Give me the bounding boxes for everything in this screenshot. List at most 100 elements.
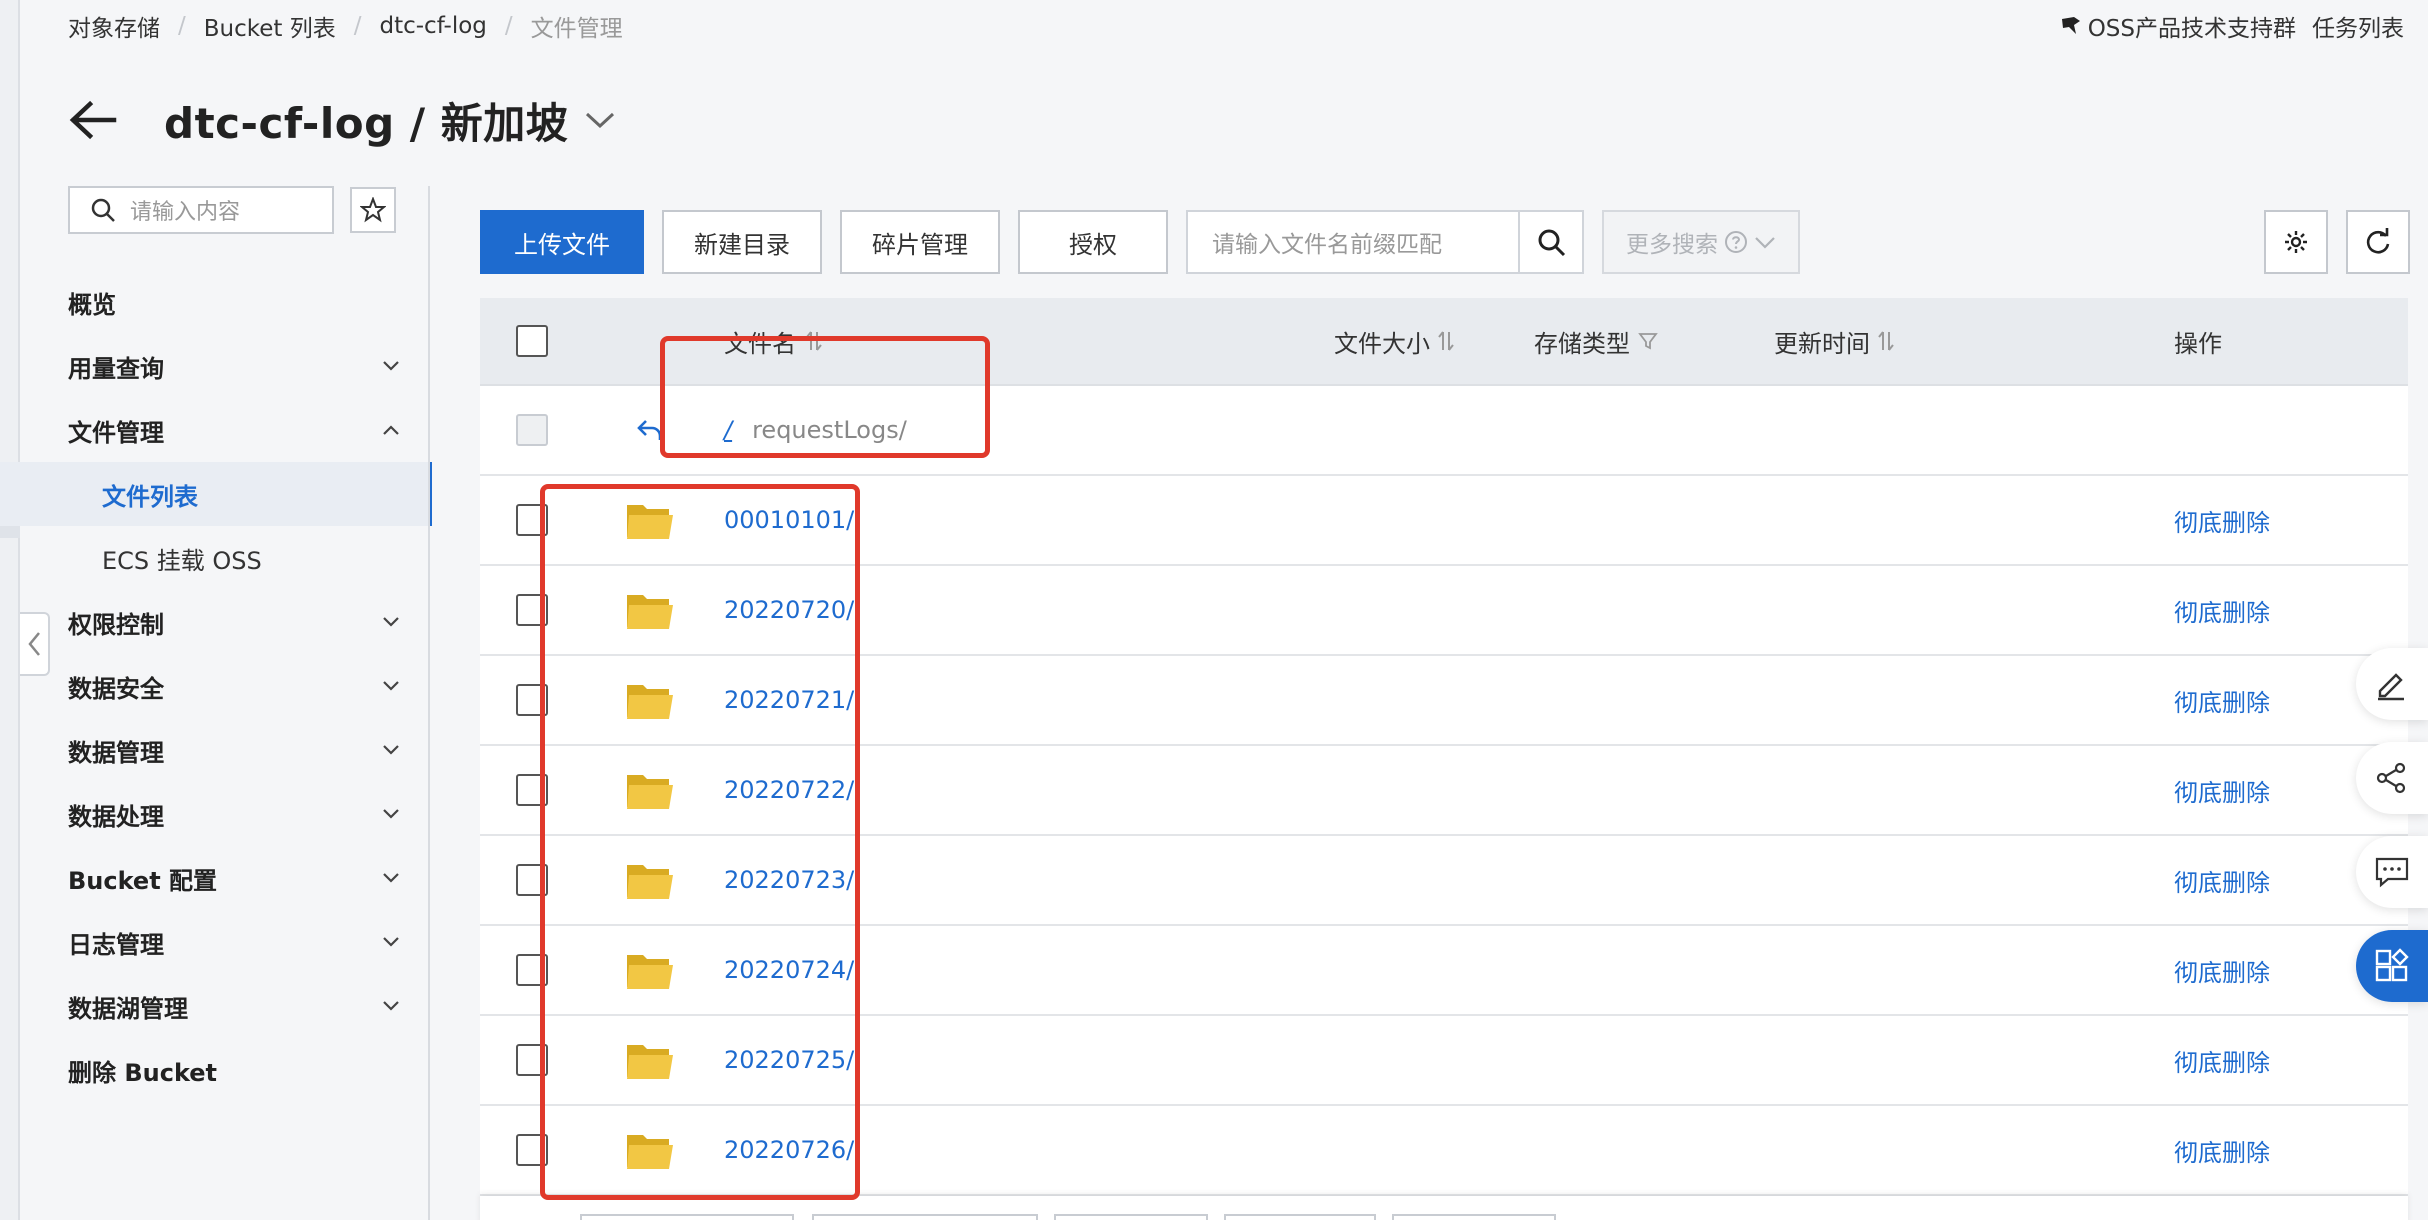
chevron-down-icon xyxy=(383,809,399,819)
bottom-button-ghost[interactable] xyxy=(580,1214,794,1220)
bottom-button-ghost[interactable] xyxy=(1392,1214,1556,1220)
column-header-label: 更新时间 xyxy=(1774,329,1870,358)
breadcrumb-bucket[interactable]: dtc-cf-log xyxy=(379,13,486,39)
breadcrumb-separator: / xyxy=(178,13,186,39)
sidebar-item-label: ECS 挂载 OSS xyxy=(102,546,262,575)
collapse-sidebar-button[interactable] xyxy=(20,612,50,676)
back-button[interactable] xyxy=(68,96,128,144)
share-icon xyxy=(2376,762,2406,794)
sidebar-item-overview[interactable]: 概览 xyxy=(68,270,420,334)
chevron-down-icon xyxy=(383,937,399,947)
edit-icon xyxy=(2378,673,2404,701)
sidebar-item-file-list[interactable]: 文件列表 xyxy=(0,462,432,526)
bottom-button-ghost[interactable] xyxy=(1224,1214,1376,1220)
sidebar-item-ecs-mount[interactable]: ECS 挂载 OSS xyxy=(0,526,430,590)
sidebar-divider xyxy=(428,186,430,1220)
refresh-icon xyxy=(2366,228,2390,254)
file-search-button[interactable] xyxy=(1518,210,1584,274)
row-op-cell: 彻底删除 xyxy=(2174,1043,2408,1078)
breadcrumb-current: 文件管理 xyxy=(530,16,623,42)
sidebar-item-access-control[interactable]: 权限控制 xyxy=(68,590,420,654)
more-search-label: 更多搜索 xyxy=(1626,232,1718,258)
sidebar-item-label: 删除 Bucket xyxy=(68,1058,218,1087)
bottom-button-ghost[interactable] xyxy=(812,1214,1038,1220)
apps-float-button[interactable] xyxy=(2356,930,2428,1002)
column-header-storage-type[interactable]: 存储类型 xyxy=(1534,324,1774,359)
search-icon xyxy=(1538,229,1566,257)
sidebar-item-data-management[interactable]: 数据管理 xyxy=(68,718,420,782)
breadcrumb-separator: / xyxy=(353,13,362,39)
fragment-management-button[interactable]: 碎片管理 xyxy=(840,210,1000,274)
gear-icon xyxy=(2285,231,2307,253)
delete-permanently-link[interactable]: 彻底删除 xyxy=(2174,869,2270,897)
settings-button[interactable] xyxy=(2264,210,2328,274)
sidebar-search-input[interactable]: 请输入内容 xyxy=(68,186,334,234)
share-float-button[interactable] xyxy=(2356,742,2428,814)
feedback-icon xyxy=(2375,857,2409,888)
refresh-button[interactable] xyxy=(2346,210,2410,274)
column-header-operation: 操作 xyxy=(2174,324,2408,359)
bottom-button-ghost[interactable] xyxy=(1054,1214,1208,1220)
task-list-link[interactable]: 任务列表 xyxy=(2312,9,2404,43)
annotation-box-path xyxy=(660,336,990,458)
sidebar-item-data-processing[interactable]: 数据处理 xyxy=(68,782,420,846)
breadcrumb: 对象存储 / Bucket 列表 / dtc-cf-log / 文件管理 xyxy=(68,10,623,42)
breadcrumb-oss[interactable]: 对象存储 xyxy=(68,9,160,43)
column-header-update-time[interactable]: 更新时间 xyxy=(1774,324,2174,359)
sidebar-item-label: 日志管理 xyxy=(68,930,164,959)
path-row-checkbox xyxy=(516,414,548,446)
sidebar-item-file-management[interactable]: 文件管理 xyxy=(68,398,420,462)
sidebar-item-label: 概览 xyxy=(68,290,116,319)
apps-icon xyxy=(2375,948,2409,982)
delete-permanently-link[interactable]: 彻底删除 xyxy=(2174,959,2270,987)
more-search-button[interactable]: 更多搜索 xyxy=(1602,210,1800,274)
column-header-size[interactable]: 文件大小 xyxy=(1334,324,1534,359)
sidebar-item-delete-bucket[interactable]: 删除 Bucket xyxy=(68,1038,420,1102)
sidebar-item-log-management[interactable]: 日志管理 xyxy=(68,910,420,974)
feedback-float-button[interactable] xyxy=(2356,836,2428,908)
chevron-down-icon xyxy=(586,112,615,129)
row-op-cell: 彻底删除 xyxy=(2174,1133,2408,1168)
help-circle-icon xyxy=(1725,231,1747,253)
delete-permanently-link[interactable]: 彻底删除 xyxy=(2174,1049,2270,1077)
authorize-button[interactable]: 授权 xyxy=(1018,210,1168,274)
delete-permanently-link[interactable]: 彻底删除 xyxy=(2174,779,2270,807)
sidebar-item-data-security[interactable]: 数据安全 xyxy=(68,654,420,718)
top-links: OSS产品技术支持群 任务列表 xyxy=(2060,10,2404,42)
upload-file-button[interactable]: 上传文件 xyxy=(480,210,644,274)
sidebar-item-label: Bucket 配置 xyxy=(68,866,218,895)
delete-permanently-link[interactable]: 彻底删除 xyxy=(2174,1139,2270,1167)
chevron-down-icon xyxy=(383,873,399,883)
search-icon xyxy=(91,198,115,222)
breadcrumb-bucket-list[interactable]: Bucket 列表 xyxy=(204,9,336,43)
sidebar-search: 请输入内容 xyxy=(68,186,420,234)
select-all-cell xyxy=(480,325,576,357)
bird-icon xyxy=(2061,17,2080,34)
select-all-checkbox[interactable] xyxy=(516,325,548,357)
sidebar-item-bucket-config[interactable]: Bucket 配置 xyxy=(68,846,420,910)
sidebar-item-label: 数据安全 xyxy=(68,674,164,703)
delete-permanently-link[interactable]: 彻底删除 xyxy=(2174,509,2270,537)
chevron-down-icon xyxy=(1755,237,1775,249)
row-op-cell: 彻底删除 xyxy=(2174,593,2408,628)
oss-support-group-link[interactable]: OSS产品技术支持群 xyxy=(2060,9,2296,43)
sidebar-item-usage[interactable]: 用量查询 xyxy=(68,334,420,398)
file-search: 请输入文件名前缀匹配 xyxy=(1186,210,1584,274)
region-dropdown-button[interactable] xyxy=(580,100,620,140)
sidebar-item-label: 文件管理 xyxy=(68,418,164,447)
delete-permanently-link[interactable]: 彻底删除 xyxy=(2174,689,2270,717)
delete-permanently-link[interactable]: 彻底删除 xyxy=(2174,599,2270,627)
chevron-down-icon xyxy=(383,617,399,627)
annotation-box-folders xyxy=(540,484,860,1200)
edit-float-button[interactable] xyxy=(2356,648,2428,720)
file-search-input[interactable]: 请输入文件名前缀匹配 xyxy=(1186,210,1518,274)
favorite-button[interactable] xyxy=(350,187,396,233)
sidebar-item-data-lake[interactable]: 数据湖管理 xyxy=(68,974,420,1038)
chevron-up-icon xyxy=(383,425,399,435)
sidebar: 请输入内容 概览 用量查询 文件管理 文件列表 ECS 挂载 OSS 权限控制 … xyxy=(0,186,432,1102)
row-op-cell: 彻底删除 xyxy=(2174,503,2408,538)
column-header-label: 操作 xyxy=(2174,329,2222,358)
new-directory-button[interactable]: 新建目录 xyxy=(662,210,822,274)
star-icon xyxy=(360,197,386,223)
chevron-left-icon xyxy=(28,632,40,656)
